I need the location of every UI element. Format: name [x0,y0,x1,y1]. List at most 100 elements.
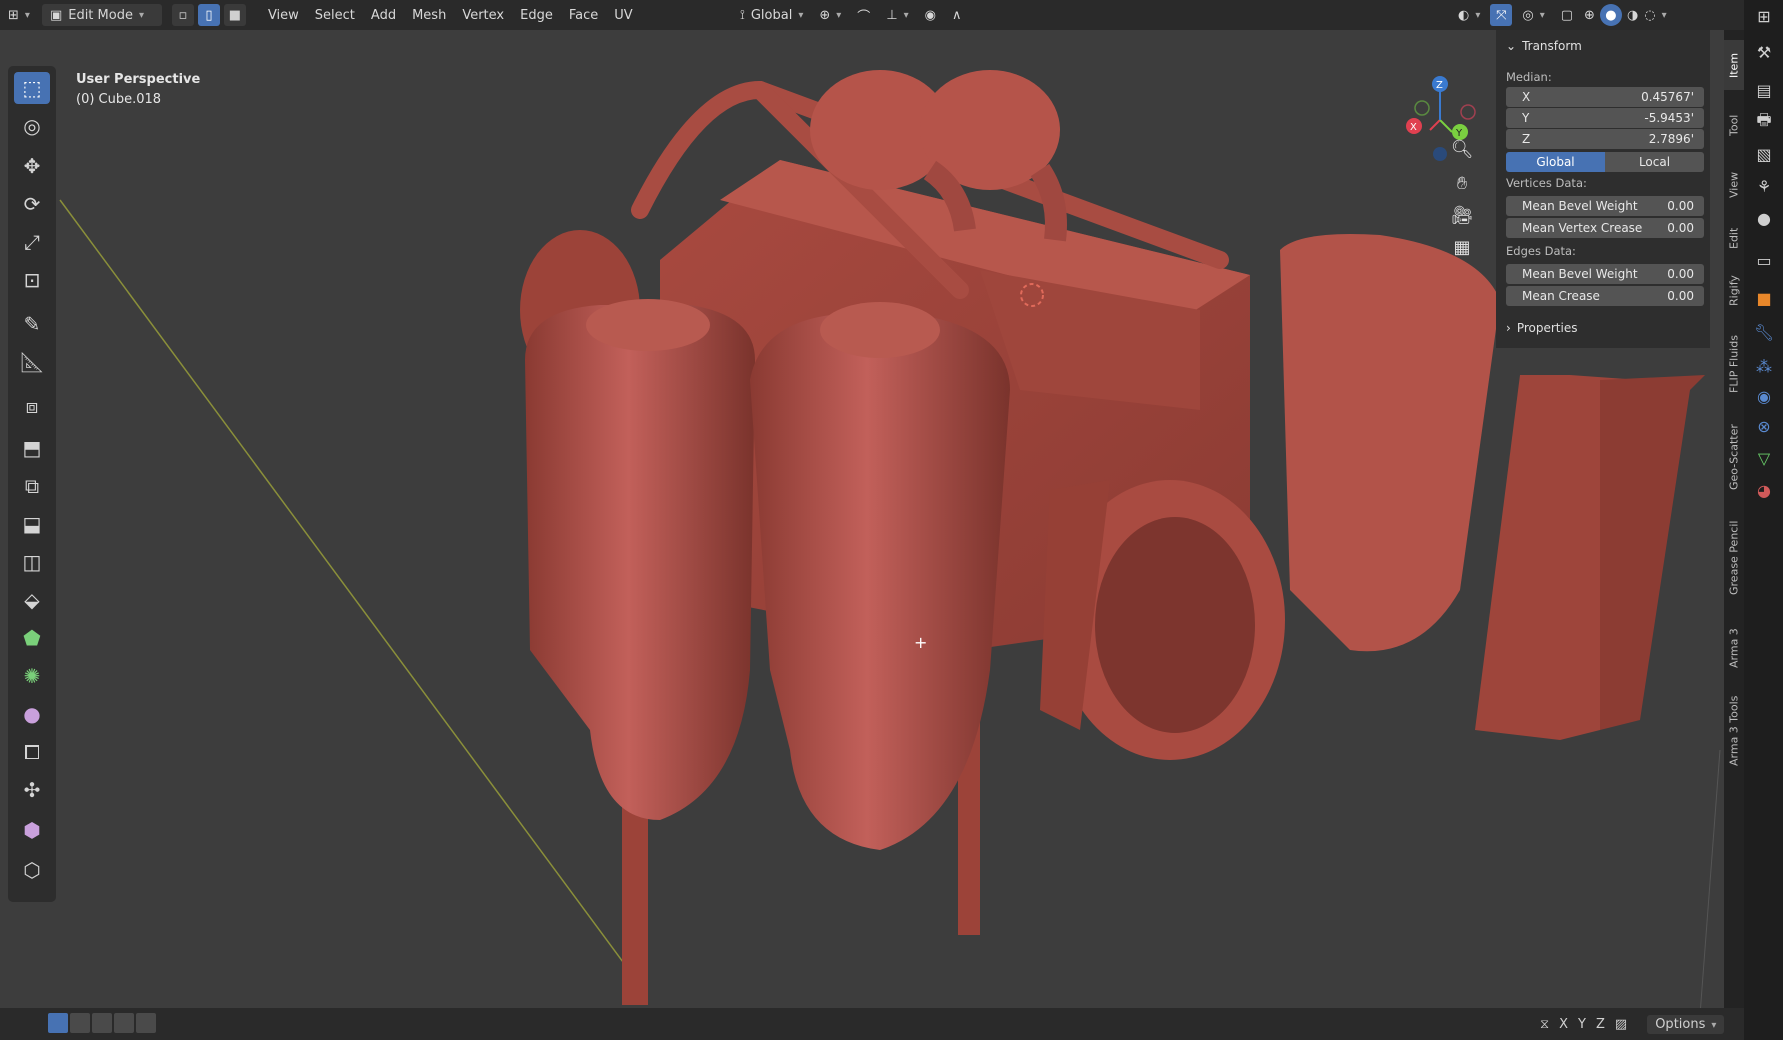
mean-vertex-crease-field[interactable]: Mean Vertex Crease 0.00 [1506,218,1704,238]
shrink-fatten-tool[interactable]: ⧠ [14,736,50,768]
navigation-gizmo[interactable]: Z X Y [1380,70,1500,170]
tab-grease-pencil[interactable]: Grease Pencil [1724,508,1744,608]
select-new-button[interactable] [48,1013,68,1033]
poly-build-tool[interactable]: ⬟ [14,622,50,654]
annotate-tool[interactable]: ✎ [14,308,50,340]
tab-arma-3[interactable]: Arma 3 [1724,618,1744,678]
select-intersect-button[interactable] [136,1013,156,1033]
push-pull-tool[interactable]: ✣ [14,774,50,806]
bevel-tool[interactable]: ⬓ [14,508,50,540]
object-properties-icon[interactable]: ■ [1752,286,1776,310]
cursor-tool[interactable]: ◎ [14,110,50,142]
mirror-icon[interactable]: ⧖ [1540,1017,1549,1032]
mirror-x-toggle[interactable]: X [1559,1017,1568,1032]
select-subtract-button[interactable] [92,1013,112,1033]
auto-merge-icon[interactable]: ▨ [1615,1017,1627,1032]
spin-tool[interactable]: ✺ [14,660,50,692]
output-properties-icon[interactable]: 🖶︎ [1752,110,1776,134]
editor-type-icon[interactable]: ⊞ [1752,4,1776,28]
mean-crease-field[interactable]: Mean Crease 0.00 [1506,286,1704,306]
shear-tool[interactable]: ⬢ [14,814,50,846]
constraints-properties-icon[interactable]: ⊗ [1752,414,1776,438]
scene-properties-icon[interactable]: ⚘ [1752,174,1776,198]
falloff-icon[interactable]: ∧ [944,3,970,27]
tab-rigify[interactable]: Rigify [1724,266,1744,316]
zoom-button[interactable]: 🔍︎ [1447,134,1477,164]
menu-add[interactable]: Add [363,3,404,27]
mode-selector[interactable]: ▣ Edit Mode ▾ [41,4,162,26]
camera-view-button[interactable]: 🎥︎ [1447,200,1477,230]
rotate-tool[interactable]: ⟳ [14,188,50,220]
proportional-edit-button[interactable]: ◉ [917,3,944,27]
vertex-select-button[interactable]: ▫ [171,4,194,26]
pan-button[interactable]: ✋︎ [1447,168,1477,198]
modifier-properties-icon[interactable]: 🔧︎ [1752,320,1776,344]
snap-toggle[interactable]: ⌒ [849,3,878,27]
collection-properties-icon[interactable]: ▭ [1752,248,1776,272]
mirror-y-toggle[interactable]: Y [1578,1017,1586,1032]
measure-tool[interactable]: 📐︎ [14,346,50,378]
visibility-button[interactable]: ◐ ▾ [1450,3,1488,27]
view-layer-icon[interactable]: ▧ [1752,142,1776,166]
pivot-point-button[interactable]: ⊕ ▾ [811,3,849,27]
x-field[interactable]: X 0.45767' [1506,87,1704,107]
tab-arma-3-tools[interactable]: Arma 3 Tools [1724,686,1744,776]
menu-edge[interactable]: Edge [512,3,561,27]
tab-flip-fluids[interactable]: FLIP Fluids [1724,324,1744,404]
z-field[interactable]: Z 2.7896' [1506,129,1704,149]
world-properties-icon[interactable]: ● [1752,206,1776,230]
3d-viewport[interactable]: + ⬚ ◎ ✥ ⟳ ⤢ ⊡ ✎ 📐︎ ⧈ ⬒ ⧉ ⬓ ◫ ⬙ ⬟ ✺ ● ⧠ ✣… [0,30,1725,1040]
menu-select[interactable]: Select [307,3,363,27]
wireframe-shading-button[interactable]: ⊕ [1581,3,1598,27]
extrude-tool[interactable]: ⬒ [14,432,50,464]
snap-target-button[interactable]: ⊥ ▾ [878,3,916,27]
rip-region-tool[interactable]: ⬡ [14,854,50,886]
loop-cut-tool[interactable]: ◫ [14,546,50,578]
menu-uv[interactable]: UV [606,3,640,27]
overlays-button[interactable]: ◎ ▾ [1514,3,1552,27]
face-select-button[interactable]: ■ [223,4,246,26]
global-button[interactable]: Global [1506,152,1605,172]
knife-tool[interactable]: ⬙ [14,584,50,616]
mirror-z-toggle[interactable]: Z [1596,1017,1605,1032]
transform-header[interactable]: ⌄ Transform [1506,36,1582,56]
select-invert-button[interactable] [114,1013,134,1033]
tool-properties-icon[interactable]: ⚒ [1752,40,1776,64]
particles-properties-icon[interactable]: ⁂ [1752,354,1776,378]
menu-view[interactable]: View [260,3,307,27]
transform-tool[interactable]: ⊡ [14,264,50,296]
data-properties-icon[interactable]: ▽ [1752,446,1776,470]
tab-tool[interactable]: Tool [1724,100,1744,150]
smooth-tool[interactable]: ● [14,698,50,730]
add-cube-tool[interactable]: ⧈ [14,390,50,422]
render-properties-icon[interactable]: ▤ [1752,78,1776,102]
local-button[interactable]: Local [1605,152,1704,172]
transform-orientation-dropdown[interactable]: ⟟ Global ▾ [732,3,811,27]
editor-type-button[interactable]: ⊞ ▾ [0,3,38,27]
menu-face[interactable]: Face [561,3,606,27]
menu-vertex[interactable]: Vertex [454,3,512,27]
edge-select-button[interactable]: ▯ [197,4,220,26]
options-dropdown[interactable]: Options ▾ [1647,1014,1725,1034]
mean-bevel-weight-field[interactable]: Mean Bevel Weight 0.00 [1506,196,1704,216]
solid-shading-button[interactable]: ● [1599,4,1622,26]
ortho-toggle-button[interactable]: ▦ [1447,232,1477,262]
edge-mean-bevel-weight-field[interactable]: Mean Bevel Weight 0.00 [1506,264,1704,284]
tab-view[interactable]: View [1724,160,1744,210]
tab-item[interactable]: Item [1724,40,1744,90]
show-gizmo-button[interactable]: ⤧ [1490,4,1513,26]
xray-toggle[interactable]: ▢ [1553,3,1581,27]
inset-tool[interactable]: ⧉ [14,470,50,502]
move-tool[interactable]: ✥ [14,150,50,182]
material-properties-icon[interactable]: ◕ [1752,478,1776,502]
physics-properties-icon[interactable]: ◉ [1752,384,1776,408]
menu-mesh[interactable]: Mesh [404,3,454,27]
scale-tool[interactable]: ⤢ [14,226,50,258]
select-box-tool[interactable]: ⬚ [14,72,50,104]
tab-edit[interactable]: Edit [1724,218,1744,258]
tab-geo-scatter[interactable]: Geo-Scatter [1724,412,1744,502]
properties-header[interactable]: › Properties [1506,318,1577,338]
y-field[interactable]: Y -5.9453' [1506,108,1704,128]
select-extend-button[interactable] [70,1013,90,1033]
material-shading-button[interactable]: ◑ [1624,3,1641,27]
